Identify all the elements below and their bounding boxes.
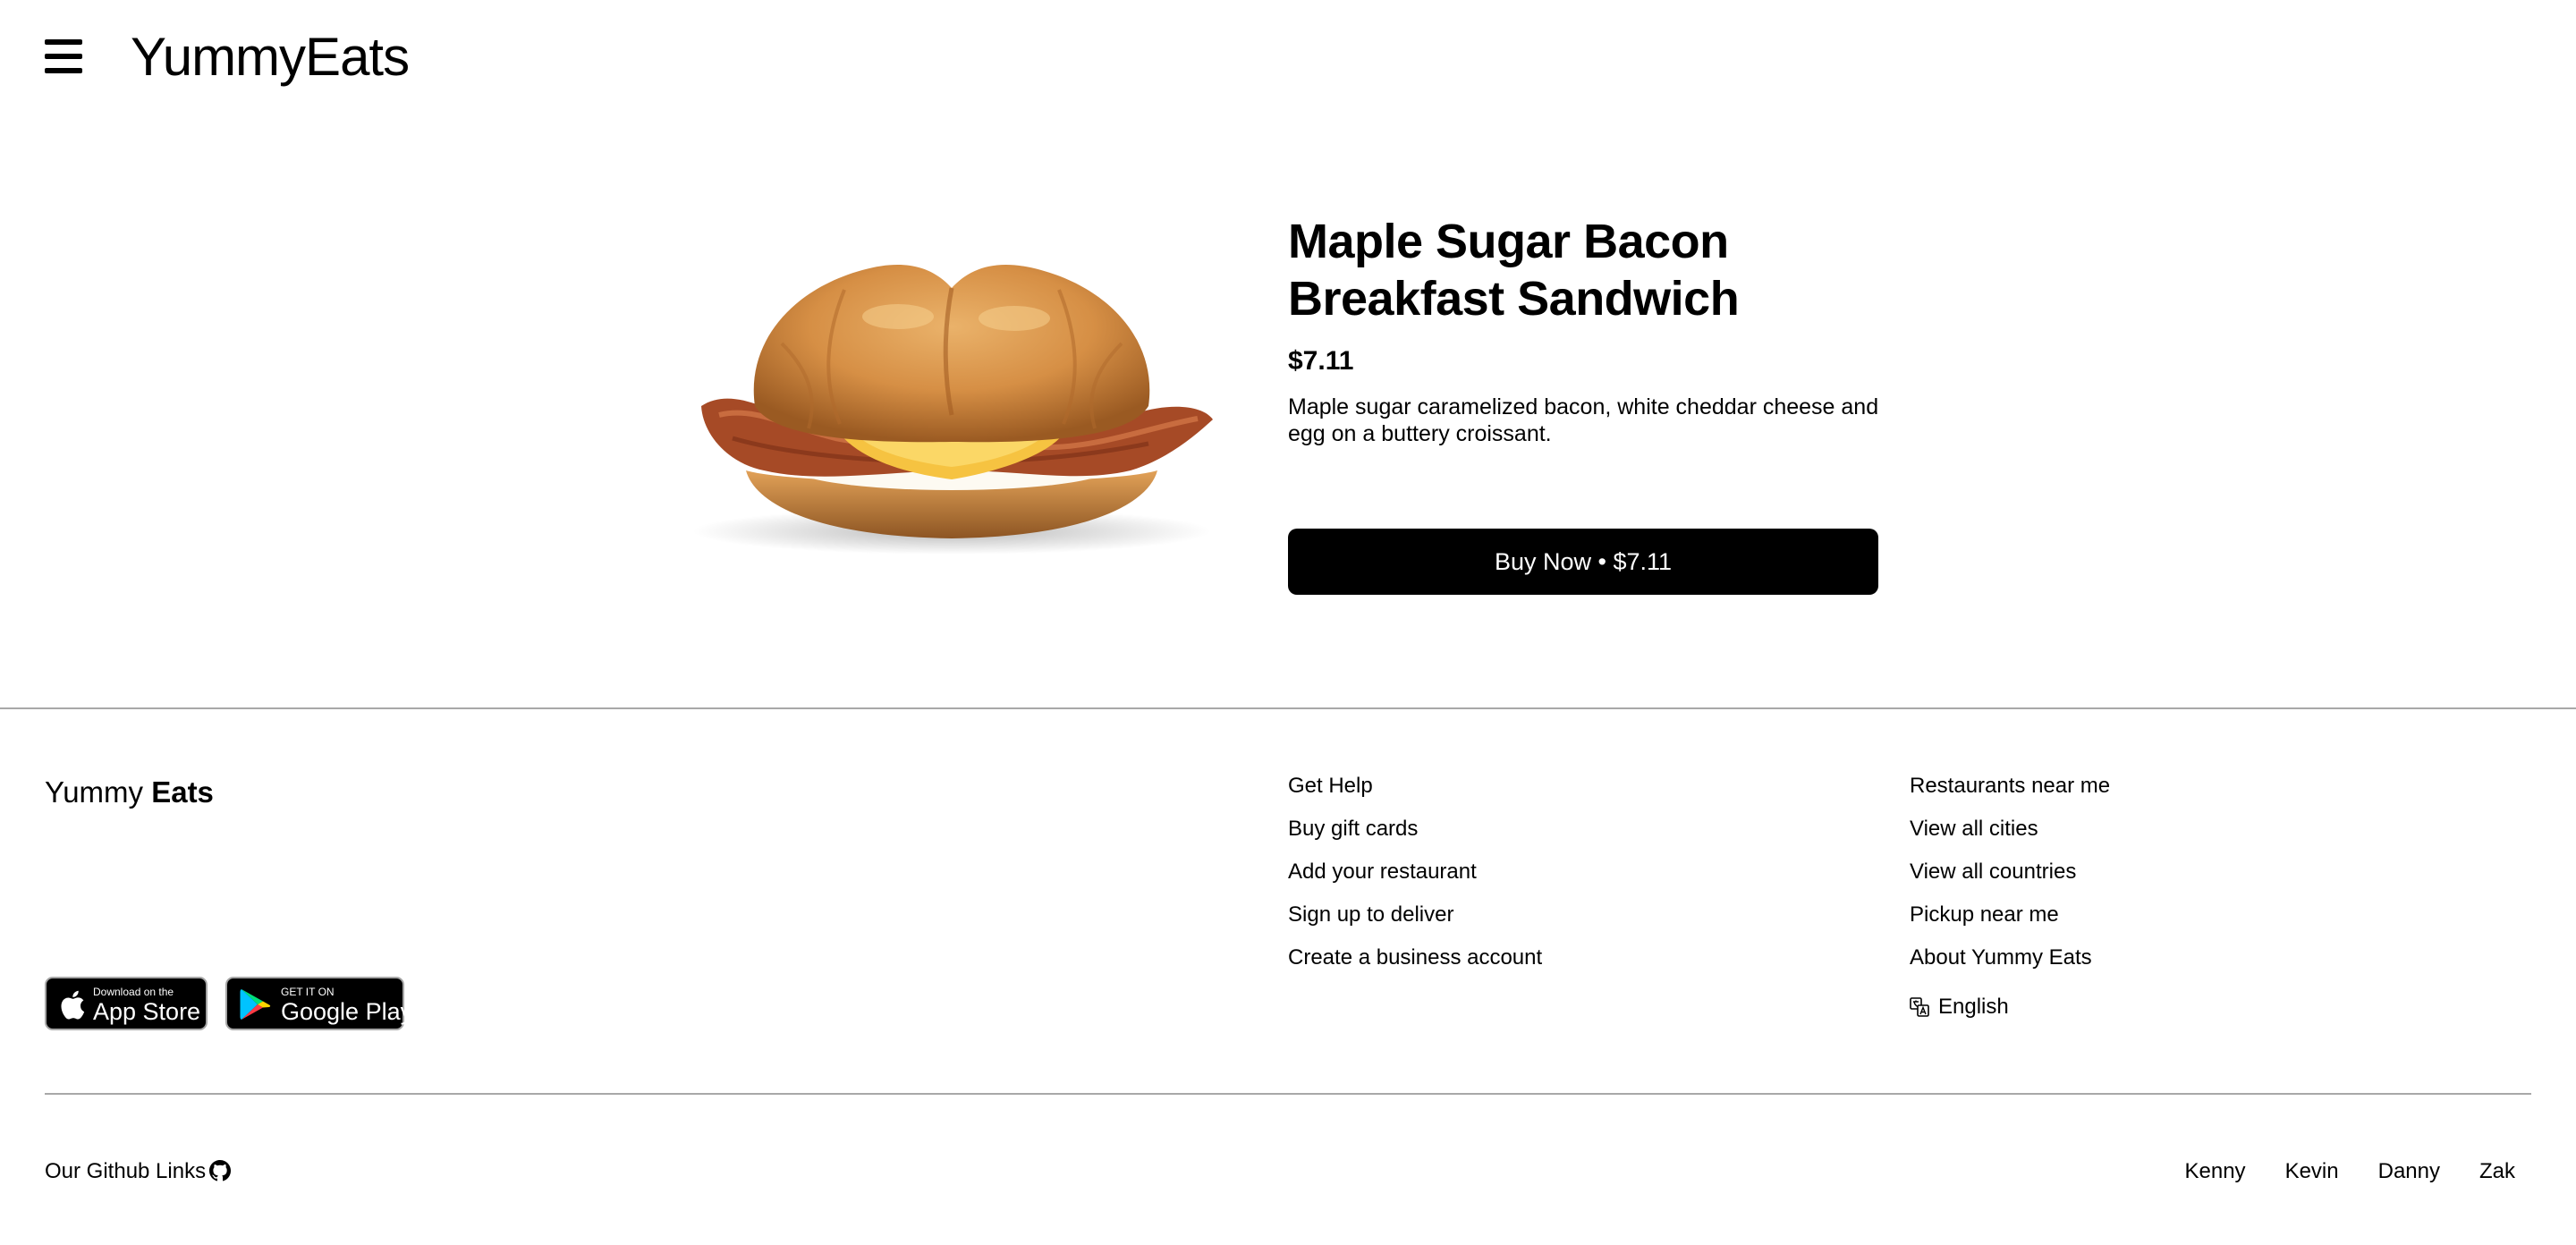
language-label: English xyxy=(1938,995,2009,1019)
brand-part-1: Yummy xyxy=(131,27,306,87)
github-link-kevin[interactable]: Kevin xyxy=(2285,1156,2339,1187)
footer-link-add-restaurant[interactable]: Add your restaurant xyxy=(1288,860,1477,884)
footer-link-all-countries[interactable]: View all countries xyxy=(1910,860,2076,884)
footer-divider-top xyxy=(0,707,2576,709)
translate-icon xyxy=(1910,997,1929,1017)
github-link-zak[interactable]: Zak xyxy=(2479,1156,2515,1187)
google-play-icon xyxy=(240,989,271,1020)
footer-link-restaurants-near-me[interactable]: Restaurants near me xyxy=(1910,774,2110,798)
app-store-small-text: Download on the xyxy=(93,986,174,998)
footer-links-column-2: Restaurants near me View all cities View… xyxy=(1910,771,2110,1029)
google-play-big-text: Google Play xyxy=(281,998,413,1025)
github-link-danny[interactable]: Danny xyxy=(2378,1156,2440,1187)
github-links: Kenny Kevin Danny Zak xyxy=(2185,1156,2516,1187)
footer-link-business-account[interactable]: Create a business account xyxy=(1288,945,1542,970)
google-play-badge[interactable]: GET IT ON Google Play xyxy=(225,977,412,1030)
footer-brand-part-2: Eats xyxy=(151,775,214,809)
product-price: $7.11 xyxy=(1288,346,1354,376)
github-icon[interactable] xyxy=(209,1160,231,1181)
google-play-small-text: GET IT ON xyxy=(281,986,335,998)
header: YummyEats xyxy=(0,0,2576,118)
footer-link-buy-gift-cards[interactable]: Buy gift cards xyxy=(1288,817,1418,841)
product-title: Maple Sugar Bacon Breakfast Sandwich xyxy=(1288,215,1740,326)
footer-link-get-help[interactable]: Get Help xyxy=(1288,774,1373,798)
language-selector[interactable]: English xyxy=(1910,992,2009,1022)
footer-link-about[interactable]: About Yummy Eats xyxy=(1910,945,2092,970)
app-store-big-text: App Store xyxy=(93,998,201,1025)
footer-link-all-cities[interactable]: View all cities xyxy=(1910,817,2038,841)
footer-brand: Yummy Eats xyxy=(45,773,214,812)
buy-now-button[interactable]: Buy Now • $7.11 xyxy=(1288,529,1878,595)
footer-link-pickup-near-me[interactable]: Pickup near me xyxy=(1910,902,2059,927)
brand-part-2: Eats xyxy=(305,27,410,87)
github-link-kenny[interactable]: Kenny xyxy=(2185,1156,2246,1187)
footer-brand-part-1: Yummy xyxy=(45,775,152,809)
footer-links-column-1: Get Help Buy gift cards Add your restaur… xyxy=(1288,771,1542,986)
hamburger-menu-icon[interactable] xyxy=(45,39,82,73)
footer-link-sign-up-deliver[interactable]: Sign up to deliver xyxy=(1288,902,1453,927)
footer-divider-bottom xyxy=(45,1093,2531,1095)
apple-icon xyxy=(61,990,85,1020)
product-image xyxy=(692,264,1213,555)
github-links-label: Our Github Links xyxy=(45,1159,207,1183)
brand-logo[interactable]: YummyEats xyxy=(131,25,410,89)
app-store-badge[interactable]: Download on the App Store xyxy=(45,977,208,1030)
product-description: Maple sugar caramelized bacon, white che… xyxy=(1288,394,1879,446)
